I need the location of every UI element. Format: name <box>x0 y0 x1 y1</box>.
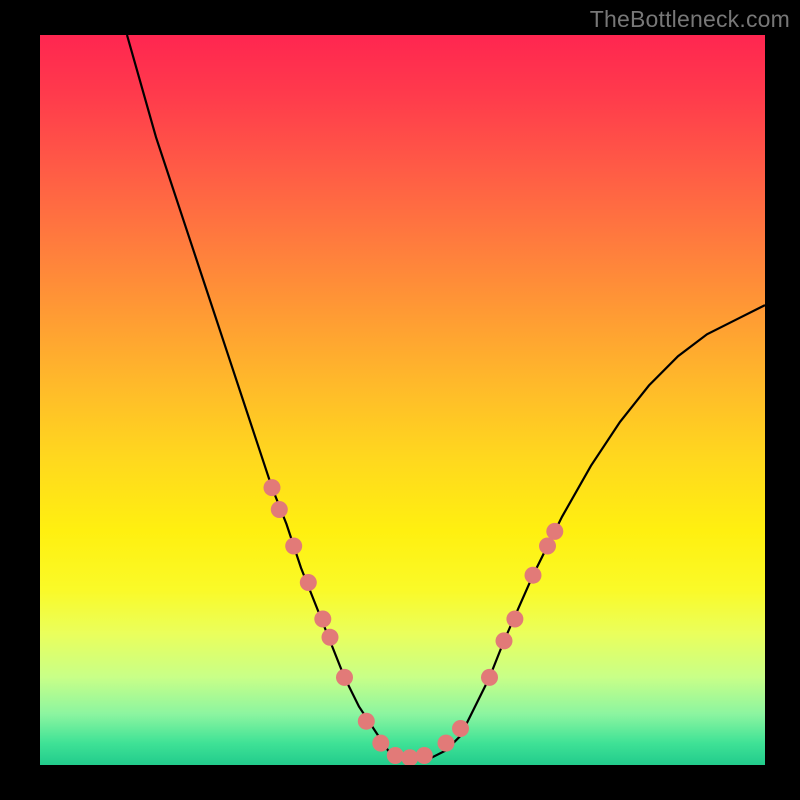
marker-dot <box>481 669 498 686</box>
marker-dot <box>336 669 353 686</box>
marker-dot <box>416 747 433 764</box>
marker-dot <box>264 479 281 496</box>
marker-dot <box>271 501 288 518</box>
marker-dot <box>372 735 389 752</box>
marker-dot <box>401 749 418 765</box>
marker-dot <box>358 713 375 730</box>
bottleneck-curve <box>127 35 765 758</box>
chart-frame: TheBottleneck.com <box>0 0 800 800</box>
marker-dot <box>387 747 404 764</box>
marker-dot <box>314 611 331 628</box>
marker-dot <box>285 538 302 555</box>
marker-dot <box>438 735 455 752</box>
marker-dot <box>539 538 556 555</box>
marker-dot <box>452 720 469 737</box>
marker-dot <box>496 632 513 649</box>
curve-markers <box>264 479 564 765</box>
plot-area <box>40 35 765 765</box>
marker-dot <box>506 611 523 628</box>
curve-svg <box>40 35 765 765</box>
marker-dot <box>322 629 339 646</box>
marker-dot <box>525 567 542 584</box>
marker-dot <box>300 574 317 591</box>
watermark-text: TheBottleneck.com <box>590 6 790 33</box>
marker-dot <box>546 523 563 540</box>
